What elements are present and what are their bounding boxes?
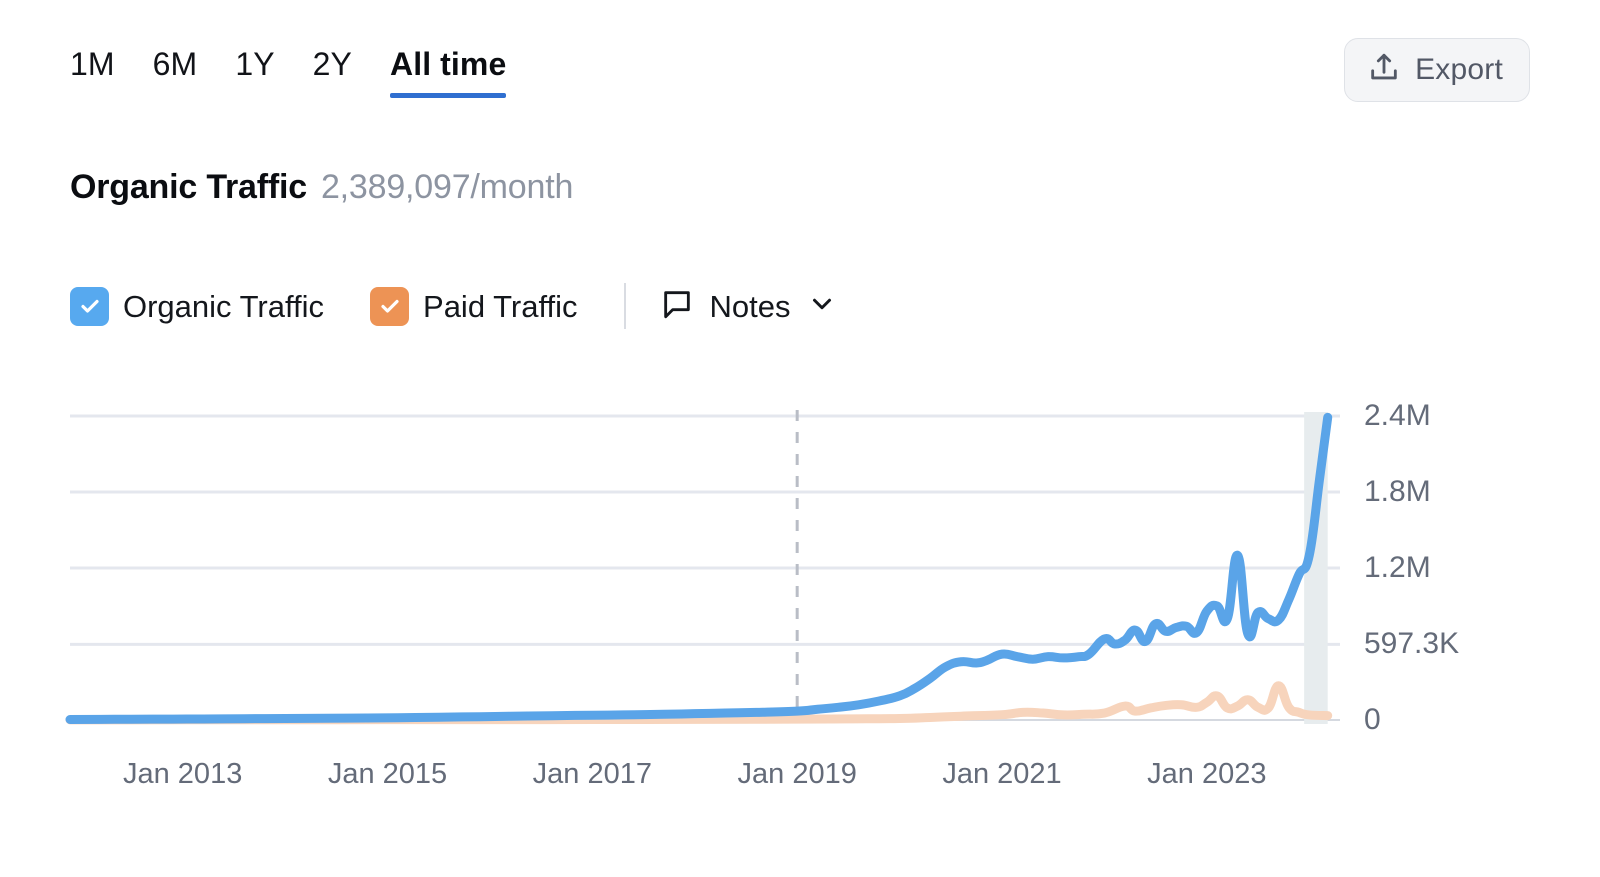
chevron-down-icon: [807, 289, 837, 324]
y-axis-tick-3: 597.3K: [1364, 627, 1460, 661]
y-axis-labels: 2.4M 1.8M 1.2M 597.3K 0: [1364, 380, 1594, 740]
legend-item-paid-traffic[interactable]: Paid Traffic: [370, 286, 578, 326]
x-axis-tick-3: Jan 2019: [737, 758, 857, 790]
legend-divider: [623, 283, 626, 329]
tab-1m[interactable]: 1M: [70, 44, 115, 98]
y-axis-tick-0: 2.4M: [1364, 399, 1431, 432]
notes-label: Notes: [709, 288, 791, 324]
traffic-value: 2,389,097/month: [320, 168, 574, 206]
page-title: Organic Traffic: [70, 168, 307, 206]
notes-dropdown[interactable]: Notes: [660, 287, 837, 326]
y-axis-tick-2: 1.2M: [1364, 551, 1431, 584]
chart-legend: Organic Traffic Paid Traffic Notes: [70, 282, 837, 330]
tab-6m[interactable]: 6M: [153, 44, 198, 98]
export-label: Export: [1415, 53, 1503, 86]
checkbox-checked-icon[interactable]: [370, 286, 410, 326]
legend-label-organic-traffic: Organic Traffic: [123, 288, 325, 324]
x-axis-tick-1: Jan 2015: [327, 758, 448, 790]
x-axis-labels: Jan 2013 Jan 2015 Jan 2017 Jan 2019 Jan …: [0, 760, 1600, 810]
tab-all-time[interactable]: All time: [390, 44, 507, 98]
x-axis-tick-4: Jan 2021: [942, 758, 1062, 790]
tab-2y[interactable]: 2Y: [313, 44, 352, 98]
comment-flag-icon: [660, 287, 694, 326]
export-button[interactable]: Export: [1344, 38, 1530, 102]
time-range-tabs: 1M 6M 1Y 2Y All time: [70, 44, 507, 98]
traffic-line-chart[interactable]: [0, 380, 1600, 800]
upload-icon: [1367, 51, 1401, 90]
legend-label-paid-traffic: Paid Traffic: [423, 288, 578, 324]
tab-1y[interactable]: 1Y: [235, 44, 274, 98]
chart-gridlines: [70, 414, 1340, 721]
chart-toolbar: 1M 6M 1Y 2Y All time Export: [0, 0, 1600, 130]
x-axis-tick-5: Jan 2023: [1147, 758, 1267, 790]
x-axis-tick-2: Jan 2017: [532, 758, 652, 790]
chart-plot-area[interactable]: [0, 380, 1600, 800]
checkbox-checked-icon[interactable]: [70, 286, 109, 326]
x-axis-tick-0: Jan 2013: [122, 758, 243, 790]
y-axis-tick-4: 0: [1364, 703, 1381, 736]
chart-title-row: Organic Traffic 2,389,097/month: [70, 168, 573, 207]
y-axis-tick-1: 1.8M: [1364, 475, 1431, 508]
traffic-chart-panel: 1M 6M 1Y 2Y All time Export Organic Traf…: [0, 0, 1600, 877]
legend-item-organic-traffic[interactable]: Organic Traffic: [70, 286, 325, 326]
